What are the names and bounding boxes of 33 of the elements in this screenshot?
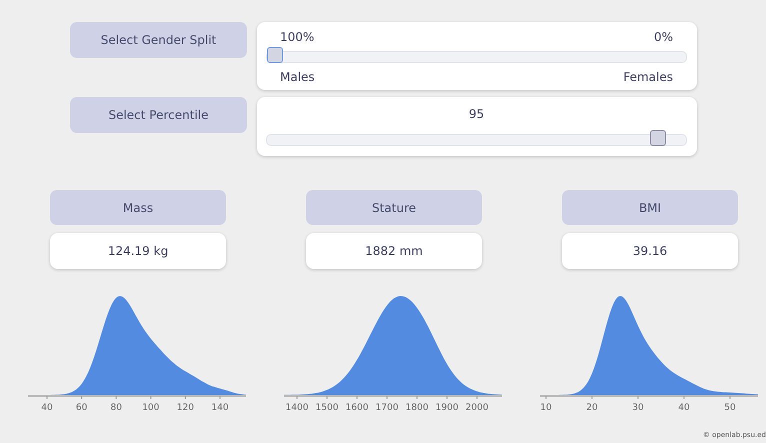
- axis-tick-label: 40: [678, 403, 690, 411]
- slider-end-label: Males: [280, 70, 315, 84]
- axis-tick-label: 1800: [406, 403, 428, 411]
- axis-tick-label: 60: [76, 403, 88, 411]
- axis-tick-label: 100: [142, 403, 160, 411]
- axis-tick-label: 10: [540, 403, 552, 411]
- measure-button[interactable]: Mass: [50, 190, 226, 225]
- slider-value: 95: [468, 107, 484, 121]
- measure-value: 39.16: [562, 233, 738, 269]
- axis-tick-label: 1500: [316, 403, 338, 411]
- axis-tick-label: 1400: [286, 403, 308, 411]
- axis-tick-label: 1600: [346, 403, 368, 411]
- measure-value: 1882 mm: [306, 233, 482, 269]
- axis-tick-label: 140: [211, 403, 229, 411]
- axis-tick-label: 30: [632, 403, 644, 411]
- axis-tick-label: 1900: [436, 403, 458, 411]
- axis-tick-label: 120: [176, 403, 194, 411]
- measure-button[interactable]: Stature: [306, 190, 482, 225]
- control-label-button[interactable]: Select Gender Split: [70, 22, 247, 58]
- slider-thumb[interactable]: [267, 47, 283, 63]
- axis-tick-label: 40: [41, 403, 53, 411]
- axis-tick-label: 1700: [376, 403, 398, 411]
- slider-thumb[interactable]: [650, 130, 666, 146]
- axis-tick-label: 2000: [466, 403, 488, 411]
- slider-value: 0%: [654, 30, 673, 44]
- axis-tick-label: 80: [110, 403, 122, 411]
- measure-button[interactable]: BMI: [562, 190, 738, 225]
- axis-tick-label: 50: [724, 403, 736, 411]
- measure-value: 124.19 kg: [50, 233, 226, 269]
- slider-value: 100%: [280, 30, 314, 44]
- slider-end-label: Females: [623, 70, 673, 84]
- axis-tick-label: 20: [586, 403, 598, 411]
- control-label-button[interactable]: Select Percentile: [70, 97, 247, 133]
